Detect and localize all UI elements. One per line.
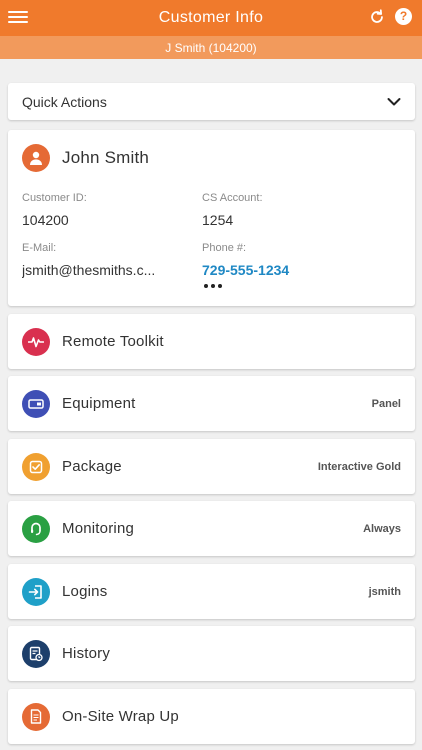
menu-item-detail: Always: [363, 522, 401, 535]
checkbox-icon: [22, 452, 50, 481]
page-title: Customer Info: [158, 9, 264, 26]
menu-item-label: Monitoring: [62, 520, 135, 537]
customer-name: John Smith: [62, 148, 150, 167]
menu-item-logins[interactable]: Logins jsmith: [8, 564, 415, 619]
email-label: E-Mail:: [22, 242, 57, 254]
document-icon: [22, 702, 50, 731]
hamburger-menu-icon[interactable]: [8, 8, 28, 26]
menu-item-remote-toolkit[interactable]: Remote Toolkit: [8, 314, 415, 369]
chevron-down-icon: [387, 97, 401, 105]
menu-item-detail: Panel: [371, 397, 401, 410]
menu-item-detail: jsmith: [368, 585, 401, 598]
menu-item-label: Logins: [62, 583, 108, 600]
menu-item-label: History: [62, 645, 111, 662]
menu-item-detail: Interactive Gold: [317, 460, 401, 473]
email-value[interactable]: jsmith@thesmiths.c...: [22, 262, 192, 278]
customer-subtitle: J Smith (104200): [0, 36, 422, 59]
headset-icon: [22, 514, 50, 543]
more-options-icon[interactable]: [204, 284, 222, 288]
menu-item-label: Remote Toolkit: [62, 333, 164, 350]
menu-item-label: Equipment: [62, 395, 136, 412]
menu-item-label: On-Site Wrap Up: [62, 708, 179, 725]
help-icon[interactable]: ?: [395, 8, 412, 25]
customer-id-label: Customer ID:: [22, 192, 87, 204]
phone-link[interactable]: 729-555-1234: [202, 262, 372, 278]
menu-item-history[interactable]: History: [8, 626, 415, 681]
quick-actions-label: Quick Actions: [22, 93, 107, 110]
app-header: Customer Info ?: [0, 0, 422, 36]
user-avatar-icon: [22, 144, 50, 172]
menu-item-monitoring[interactable]: Monitoring Always: [8, 501, 415, 556]
customer-card: John Smith Customer ID: 104200 CS Accoun…: [8, 130, 415, 306]
pulse-icon: [22, 327, 50, 356]
menu-item-label: Package: [62, 458, 122, 475]
refresh-icon[interactable]: [368, 8, 386, 26]
cs-account-value: 1254: [202, 212, 234, 228]
menu-item-on-site-wrap-up[interactable]: On-Site Wrap Up: [8, 689, 415, 744]
quick-actions-dropdown[interactable]: Quick Actions: [8, 83, 415, 120]
customer-id-value: 104200: [22, 212, 69, 228]
menu-item-equipment[interactable]: Equipment Panel: [8, 376, 415, 431]
cs-account-label: CS Account:: [202, 192, 263, 204]
history-icon: [22, 639, 50, 668]
login-icon: [22, 577, 50, 606]
menu-item-package[interactable]: Package Interactive Gold: [8, 439, 415, 494]
phone-label: Phone #:: [202, 242, 247, 254]
panel-icon: [22, 389, 50, 418]
